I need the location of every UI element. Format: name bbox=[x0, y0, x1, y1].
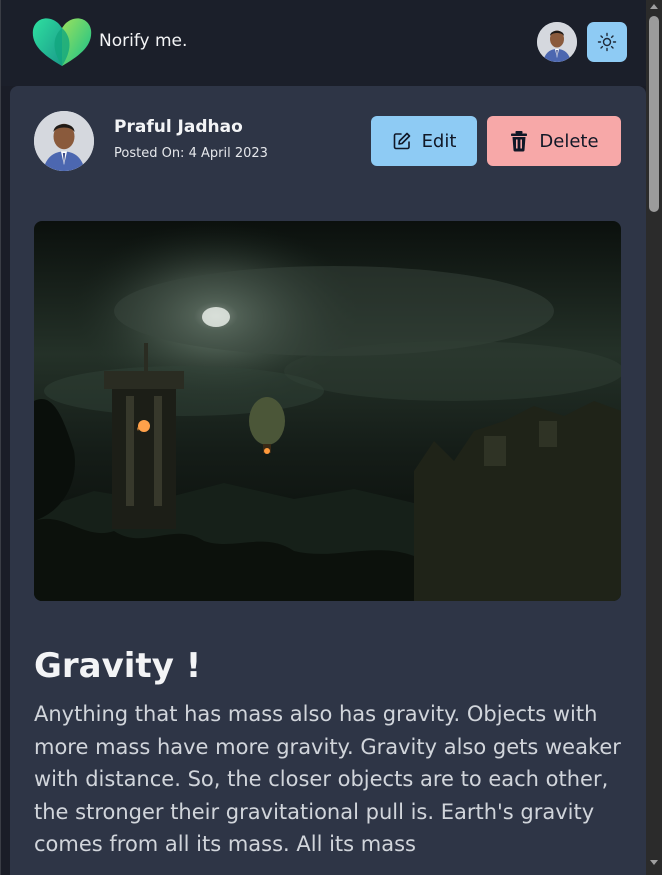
post-image bbox=[34, 221, 621, 601]
brand-name[interactable]: Norify me. bbox=[99, 31, 187, 51]
top-navbar: Norify me. bbox=[1, 0, 646, 86]
author-avatar[interactable] bbox=[34, 111, 94, 171]
edit-icon bbox=[393, 132, 410, 150]
scroll-down-arrow-icon[interactable] bbox=[650, 860, 658, 865]
theme-toggle-button[interactable] bbox=[587, 22, 627, 62]
user-avatar[interactable] bbox=[537, 22, 577, 62]
window-border bbox=[0, 0, 1, 875]
sun-icon bbox=[597, 32, 617, 52]
edit-button[interactable]: Edit bbox=[371, 116, 477, 166]
post-date: Posted On: 4 April 2023 bbox=[114, 146, 268, 161]
trash-icon bbox=[511, 131, 528, 152]
scroll-up-arrow-icon[interactable] bbox=[650, 4, 658, 9]
post-title: Gravity ! bbox=[34, 646, 202, 686]
scroll-thumb[interactable] bbox=[649, 16, 659, 212]
delete-button[interactable]: Delete bbox=[487, 116, 621, 166]
author-name[interactable]: Praful Jadhao bbox=[114, 117, 243, 137]
edit-label: Edit bbox=[421, 130, 457, 152]
heart-logo-icon[interactable] bbox=[31, 16, 93, 68]
delete-label: Delete bbox=[539, 130, 599, 152]
post-body: Anything that has mass also has gravity.… bbox=[34, 702, 621, 856]
vertical-scrollbar[interactable] bbox=[646, 0, 662, 875]
post-card: Praful Jadhao Posted On: 4 April 2023 Ed… bbox=[10, 86, 646, 875]
